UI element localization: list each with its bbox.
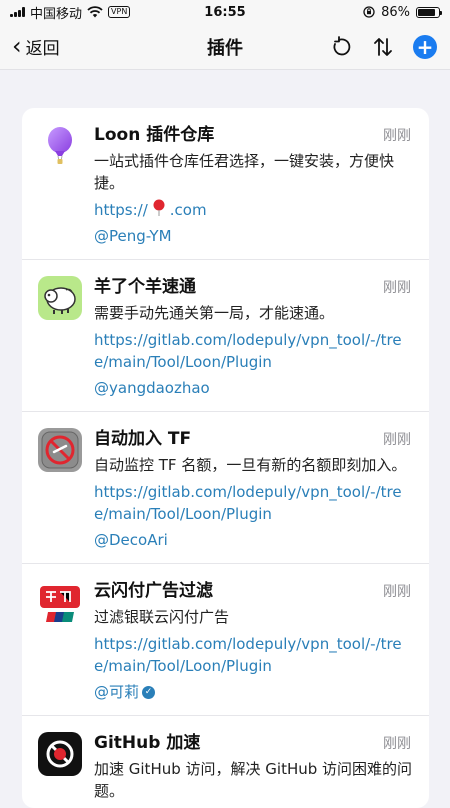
plugin-row[interactable]: GitHub 加速 刚刚 加速 GitHub 访问，解决 GitHub 访问困难… xyxy=(22,716,429,808)
plugin-time: 刚刚 xyxy=(383,280,411,296)
plugin-author[interactable]: @Peng-YM xyxy=(94,225,413,247)
status-time: 16:55 xyxy=(204,4,246,20)
orientation-lock-icon xyxy=(363,6,375,18)
plugin-time: 刚刚 xyxy=(383,128,411,144)
plus-icon: + xyxy=(413,34,437,59)
plugin-description: 需要手动先通关第一局，才能速通。 xyxy=(94,304,335,322)
sort-icon xyxy=(374,37,392,56)
verified-icon: ✓ xyxy=(142,685,156,699)
refresh-button[interactable] xyxy=(328,34,354,60)
no-testflight-icon xyxy=(38,428,82,472)
author-label: @Peng-YM xyxy=(94,227,172,245)
plugin-name: 自动加入 TF xyxy=(94,429,192,449)
nav-actions: + xyxy=(328,34,438,60)
back-label: 返回 xyxy=(25,39,60,59)
chevron-left-icon: ‹ xyxy=(12,31,22,60)
plugin-name: Loon 插件仓库 xyxy=(94,125,215,145)
no-github-icon xyxy=(38,732,82,776)
sort-button[interactable] xyxy=(370,34,396,60)
plugin-link[interactable]: https:// .com xyxy=(94,199,413,221)
author-label: @yangdaozhao xyxy=(94,379,210,397)
plugin-row[interactable]: 自动加入 TF 刚刚 自动监控 TF 名额，一旦有新的名额即刻加入。 https… xyxy=(22,412,429,564)
plugin-description: 过滤银联云闪付广告 xyxy=(94,608,230,626)
plugin-time: 刚刚 xyxy=(383,736,411,752)
plugin-name: 羊了个羊速通 xyxy=(94,277,196,297)
plugin-time: 刚刚 xyxy=(383,432,411,448)
plugin-row[interactable]: Loon 插件仓库 刚刚 一站式插件仓库任君选择，一键安装，方便快捷。 http… xyxy=(22,108,429,260)
unionpay-icon xyxy=(38,580,82,624)
vpn-badge: VPN xyxy=(108,6,131,18)
wifi-icon xyxy=(87,6,103,18)
carrier-label: 中国移动 xyxy=(30,6,83,22)
plugin-author[interactable]: @yangdaozhao xyxy=(94,377,413,399)
plugin-author[interactable]: @可莉 ✓ xyxy=(94,681,413,703)
plugin-row[interactable]: 羊了个羊速通 刚刚 需要手动先通关第一局，才能速通。 https://gitla… xyxy=(22,260,429,412)
plugin-description: 加速 GitHub 访问，解决 GitHub 访问困难的问题。 xyxy=(94,760,413,800)
refresh-icon xyxy=(333,35,351,55)
battery-icon xyxy=(416,6,442,18)
back-button[interactable]: ‹ 返回 xyxy=(12,31,60,60)
plugin-list: Loon 插件仓库 刚刚 一站式插件仓库任君选择，一键安装，方便快捷。 http… xyxy=(22,108,429,808)
plugin-row[interactable]: 云闪付广告过滤 刚刚 过滤银联云闪付广告 https://gitlab.com/… xyxy=(22,564,429,716)
plugin-name: GitHub 加速 xyxy=(94,733,201,753)
plugin-time: 刚刚 xyxy=(383,584,411,600)
status-left: 中国移动 VPN xyxy=(10,3,160,22)
nav-bar: ‹ 返回 插件 + xyxy=(0,24,450,70)
plugin-name: 云闪付广告过滤 xyxy=(94,581,213,601)
link-prefix: https:// xyxy=(94,201,148,219)
plugin-description: 自动监控 TF 名额，一旦有新的名额即刻加入。 xyxy=(94,456,407,474)
plugin-link[interactable]: https://gitlab.com/lodepuly/vpn_tool/-/t… xyxy=(94,329,413,373)
add-plugin-button[interactable]: + xyxy=(412,34,438,60)
status-right: 86% xyxy=(290,4,442,20)
signal-icon xyxy=(10,7,25,17)
plugin-link[interactable]: https://gitlab.com/lodepuly/vpn_tool/-/t… xyxy=(94,633,413,677)
author-label: @DecoAri xyxy=(94,531,168,549)
balloon-icon xyxy=(38,124,82,168)
link-suffix: .com xyxy=(169,201,207,219)
plugin-description: 一站式插件仓库任君选择，一键安装，方便快捷。 xyxy=(94,152,395,192)
author-label: @可莉 xyxy=(94,683,140,701)
battery-percent: 86% xyxy=(381,4,410,20)
sheep-icon xyxy=(38,276,82,320)
status-bar: 中国移动 VPN 16:55 86% xyxy=(0,0,450,24)
plugin-author[interactable]: @DecoAri xyxy=(94,529,413,551)
pin-icon xyxy=(153,199,165,216)
plugin-link[interactable]: https://gitlab.com/lodepuly/vpn_tool/-/t… xyxy=(94,481,413,525)
